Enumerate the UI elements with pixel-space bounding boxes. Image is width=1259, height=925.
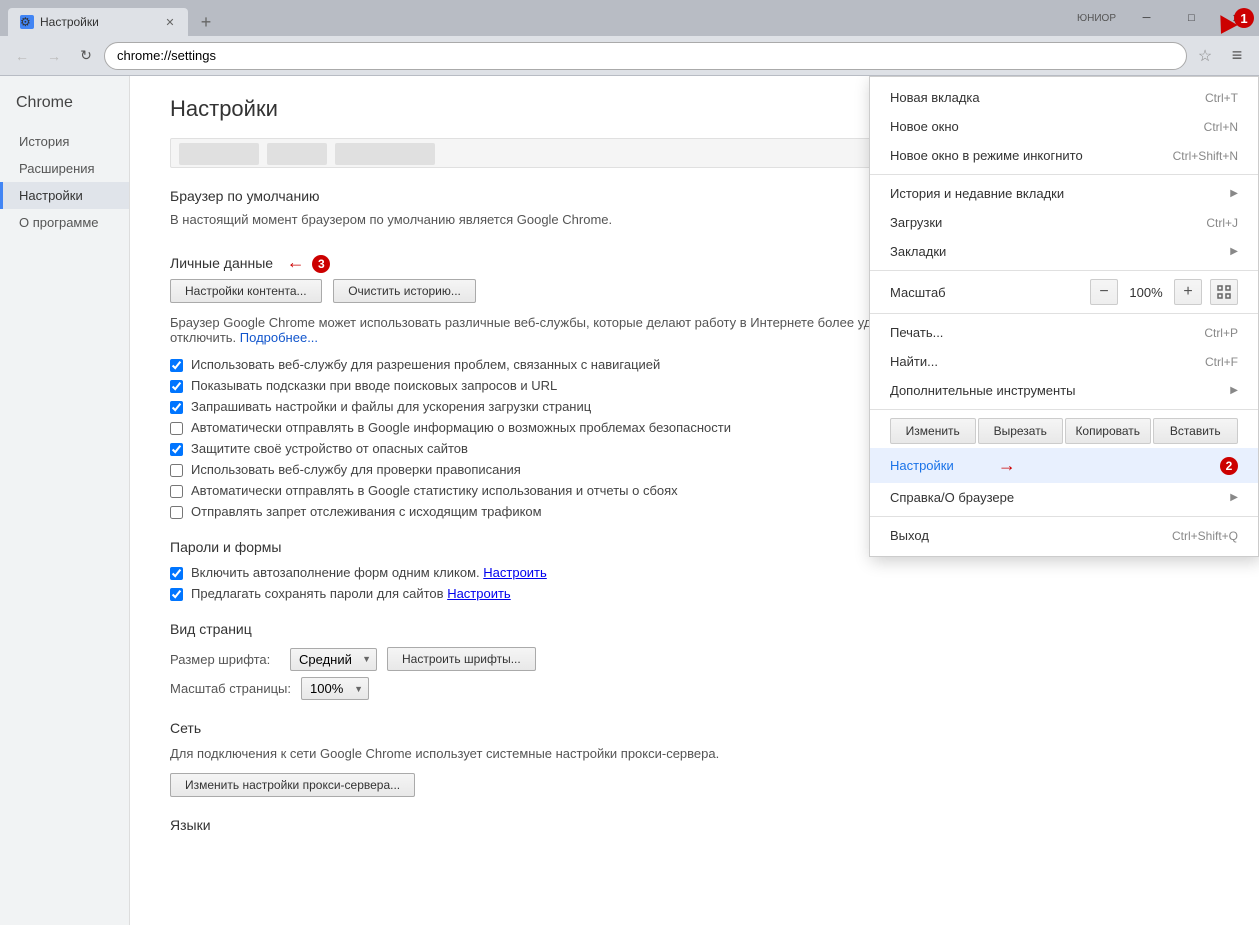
checkbox-spellcheck-input[interactable] [170,464,183,477]
checkbox-autofill-input[interactable] [170,567,183,580]
personal-data-link[interactable]: Подробнее... [240,330,318,345]
menu-sep-5 [870,516,1258,517]
main-content: Chrome История Расширения Настройки О пр… [0,76,1259,925]
menu-incognito[interactable]: Новое окно в режиме инкогнито Ctrl+Shift… [870,141,1258,170]
menu-about[interactable]: Справка/О браузере ▶ [870,483,1258,512]
menu-more-tools[interactable]: Дополнительные инструменты ▶ [870,376,1258,405]
checkbox-safe-browsing-input[interactable] [170,443,183,456]
sidebar: Chrome История Расширения Настройки О пр… [0,76,130,925]
sidebar-item-extensions[interactable]: Расширения [0,155,129,182]
menu-sep-3 [870,313,1258,314]
maximize-button[interactable]: □ [1169,0,1214,36]
annotation-arrow-3: ← [287,252,305,273]
sidebar-item-settings[interactable]: Настройки [0,182,129,209]
zoom-minus-button[interactable]: − [1090,279,1118,305]
chrome-menu-button[interactable]: ≡ [1223,42,1251,70]
font-size-select-wrapper: Средний [290,648,377,671]
font-size-row: Размер шрифта: Средний Настроить шрифты.… [170,647,1219,671]
zoom-value-label: 100% [1126,285,1166,300]
placeholder-btn-3 [335,143,435,165]
fullscreen-icon [1217,285,1231,299]
save-passwords-link[interactable]: Настроить [447,586,511,601]
back-button[interactable]: ← [8,42,36,70]
menu-sep-1 [870,174,1258,175]
checkbox-security-reports-input[interactable] [170,422,183,435]
font-size-label: Размер шрифта: [170,652,280,667]
zoom-plus-button[interactable]: + [1174,279,1202,305]
clear-history-button[interactable]: Очистить историю... [333,279,476,303]
personal-data-title: Личные данные [170,255,273,271]
chrome-dropdown-menu: Новая вкладка Ctrl+T Новое окно Ctrl+N Н… [869,76,1259,557]
network-title: Сеть [170,720,1219,736]
checkbox-search-hints-input[interactable] [170,380,183,393]
annotation-arrow-2: → [998,455,1016,476]
active-tab[interactable]: ⚙ Настройки ✕ [8,8,188,36]
menu-settings[interactable]: Настройки → 2 [870,448,1258,483]
zoom-select-wrapper: 100% [301,677,369,700]
checkbox-prefetch-input[interactable] [170,401,183,414]
edit-paste-button[interactable]: Вставить [1153,418,1239,444]
checkbox-autofill: Включить автозаполнение форм одним клико… [170,565,1219,580]
sidebar-item-about[interactable]: О программе [0,209,129,236]
zoom-row: Масштаб страницы: 100% [170,677,1219,700]
annotation-arrow-1 [1215,18,1235,41]
sidebar-item-history[interactable]: История [0,128,129,155]
edit-change-button[interactable]: Изменить [890,418,976,444]
menu-exit[interactable]: Выход Ctrl+Shift+Q [870,521,1258,550]
network-desc: Для подключения к сети Google Chrome исп… [170,746,1219,761]
menu-zoom-row: Масштаб − 100% + [870,275,1258,309]
customize-fonts-button[interactable]: Настроить шрифты... [387,647,536,671]
settings-content: Настройки Браузер по умолчанию В настоящ… [130,76,1259,925]
forward-button[interactable]: → [40,42,68,70]
placeholder-btn-2 [267,143,327,165]
tab-title: Настройки [40,15,156,29]
tab-close-button[interactable]: ✕ [162,14,178,30]
menu-new-tab[interactable]: Новая вкладка Ctrl+T [870,83,1258,112]
menu-new-window[interactable]: Новое окно Ctrl+N [870,112,1258,141]
zoom-label: Масштаб страницы: [170,681,291,696]
edit-cut-button[interactable]: Вырезать [978,418,1064,444]
menu-sep-2 [870,270,1258,271]
menu-downloads[interactable]: Загрузки Ctrl+J [870,208,1258,237]
checkbox-save-passwords-input[interactable] [170,588,183,601]
zoom-select[interactable]: 100% [301,677,369,700]
checkbox-usage-stats-input[interactable] [170,485,183,498]
menu-edit-row: Изменить Вырезать Копировать Вставить [870,414,1258,448]
checkbox-save-passwords: Предлагать сохранять пароли для сайтов Н… [170,586,1219,601]
menu-find[interactable]: Найти... Ctrl+F [870,347,1258,376]
content-settings-button[interactable]: Настройки контента... [170,279,322,303]
annotation-label-2: 2 [1220,457,1238,475]
placeholder-btn-1 [179,143,259,165]
edit-copy-button[interactable]: Копировать [1065,418,1151,444]
menu-sep-4 [870,409,1258,410]
checkbox-dnt-input[interactable] [170,506,183,519]
window-title-label: ЮНИОР [1069,13,1124,24]
new-tab-button[interactable]: + [192,8,220,36]
sidebar-brand: Chrome [0,86,129,128]
checkbox-navigation-input[interactable] [170,359,183,372]
annotation-label-3: 3 [312,255,330,273]
proxy-settings-button[interactable]: Изменить настройки прокси-сервера... [170,773,415,797]
menu-bookmarks[interactable]: Закладки ▶ [870,237,1258,266]
menu-print[interactable]: Печать... Ctrl+P [870,318,1258,347]
zoom-expand-button[interactable] [1210,279,1238,305]
bookmark-star-icon[interactable]: ☆ [1191,42,1219,70]
appearance-title: Вид страниц [170,621,1219,637]
tab-bar: ⚙ Настройки ✕ + ЮНИОР ─ □ ✕ [0,0,1259,36]
languages-title: Языки [170,817,1219,833]
tab-favicon: ⚙ [20,15,34,29]
address-bar[interactable] [104,42,1187,70]
menu-history[interactable]: История и недавние вкладки ▶ [870,179,1258,208]
minimize-button[interactable]: ─ [1124,0,1169,36]
font-size-select[interactable]: Средний [290,648,377,671]
reload-button[interactable]: ↻ [72,42,100,70]
toolbar: ← → ↻ ☆ ≡ 1 [0,36,1259,76]
autofill-link[interactable]: Настроить [483,565,547,580]
